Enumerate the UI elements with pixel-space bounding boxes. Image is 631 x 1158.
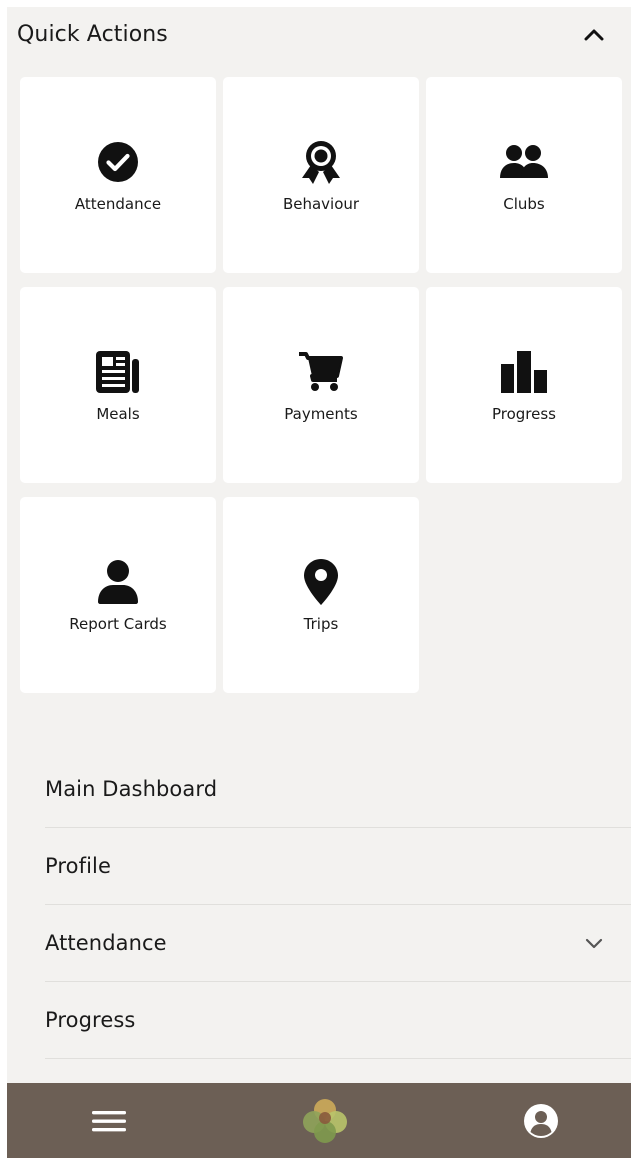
navigation-menu: Main Dashboard Profile Attendance Progre…: [45, 751, 631, 1059]
quick-action-progress[interactable]: Progress: [426, 287, 622, 483]
app-screen: Quick Actions Attendance Behaviour Clubs…: [7, 7, 631, 1158]
quick-action-behaviour[interactable]: Behaviour: [223, 77, 419, 273]
map-marker-icon: [293, 559, 349, 605]
menu-item-label: Main Dashboard: [45, 777, 218, 801]
quick-action-label: Clubs: [503, 195, 545, 213]
quick-action-label: Report Cards: [69, 615, 167, 633]
bar-chart-icon: [496, 349, 552, 395]
quick-action-report-cards[interactable]: Report Cards: [20, 497, 216, 693]
menu-item-profile[interactable]: Profile: [45, 828, 631, 905]
user-circle-icon[interactable]: [521, 1083, 561, 1158]
chevron-up-icon[interactable]: [583, 23, 605, 45]
check-circle-icon: [90, 139, 146, 185]
bottom-navigation-bar: [7, 1083, 631, 1158]
quick-action-attendance[interactable]: Attendance: [20, 77, 216, 273]
quick-actions-header[interactable]: Quick Actions: [7, 7, 631, 61]
quick-action-clubs[interactable]: Clubs: [426, 77, 622, 273]
award-ribbon-icon: [293, 139, 349, 185]
quick-action-payments[interactable]: Payments: [223, 287, 419, 483]
quick-action-label: Attendance: [74, 195, 162, 213]
quick-action-label: Behaviour: [282, 195, 360, 213]
menu-item-main-dashboard[interactable]: Main Dashboard: [45, 751, 631, 828]
quick-actions-grid: Attendance Behaviour Clubs Meals Payment…: [20, 77, 624, 693]
newspaper-icon: [90, 349, 146, 395]
quick-action-label: Payments: [284, 405, 358, 423]
chevron-down-icon[interactable]: [585, 934, 603, 953]
user-icon: [90, 559, 146, 605]
quick-action-label: Trips: [303, 615, 339, 633]
quick-action-meals[interactable]: Meals: [20, 287, 216, 483]
clover-logo-icon[interactable]: [301, 1083, 349, 1158]
quick-action-label: Progress: [491, 405, 556, 423]
menu-item-label: Profile: [45, 854, 111, 878]
quick-actions-title: Quick Actions: [17, 21, 168, 47]
menu-item-label: Progress: [45, 1008, 136, 1032]
users-icon: [496, 139, 552, 185]
shopping-cart-icon: [293, 349, 349, 395]
menu-item-label: Attendance: [45, 931, 167, 955]
menu-item-attendance[interactable]: Attendance: [45, 905, 631, 982]
quick-action-label: Meals: [96, 405, 140, 423]
hamburger-menu-icon[interactable]: [89, 1083, 129, 1158]
quick-action-trips[interactable]: Trips: [223, 497, 419, 693]
menu-item-progress[interactable]: Progress: [45, 982, 631, 1059]
